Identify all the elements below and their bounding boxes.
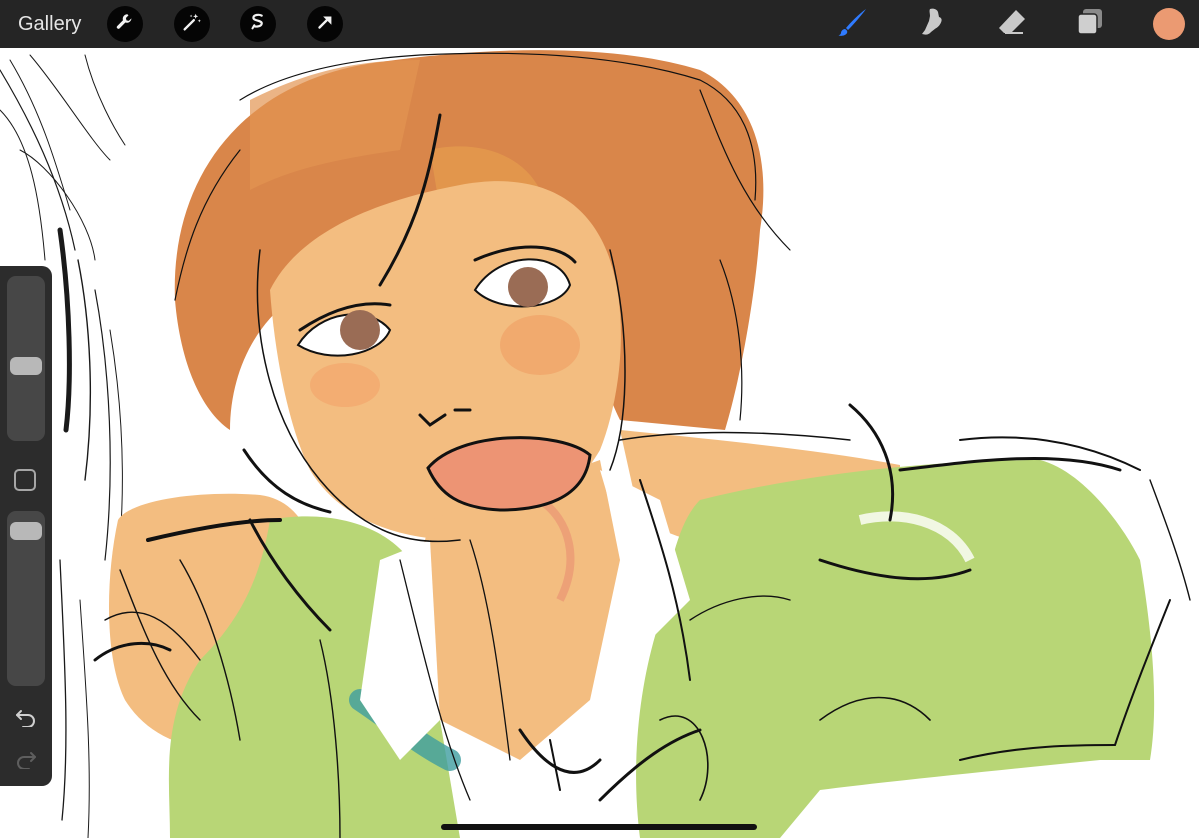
magic-wand-icon xyxy=(181,11,203,38)
drawing-canvas[interactable] xyxy=(0,48,1199,838)
undo-button[interactable] xyxy=(13,708,39,730)
transform-button[interactable] xyxy=(307,6,343,42)
eraser-tool[interactable] xyxy=(995,7,1029,41)
transform-arrow-icon xyxy=(314,11,336,38)
wrench-icon xyxy=(114,11,136,38)
layers-icon xyxy=(1074,6,1106,43)
redo-button[interactable] xyxy=(13,750,39,772)
layers-tool[interactable] xyxy=(1073,7,1107,41)
color-picker-swatch[interactable] xyxy=(1153,8,1185,40)
gallery-button[interactable]: Gallery xyxy=(18,11,81,37)
home-indicator[interactable] xyxy=(441,824,757,830)
selection-button[interactable] xyxy=(240,6,276,42)
artwork xyxy=(0,50,1191,838)
smudge-tool[interactable] xyxy=(915,7,949,41)
brush-icon xyxy=(837,6,869,43)
selection-icon xyxy=(247,11,269,38)
eraser-icon xyxy=(996,6,1028,43)
adjustments-button[interactable] xyxy=(174,6,210,42)
modify-button[interactable] xyxy=(14,469,36,491)
top-toolbar: Gallery xyxy=(0,0,1199,48)
left-sidebar xyxy=(0,266,52,786)
opacity-slider-thumb[interactable] xyxy=(10,521,42,540)
actions-button[interactable] xyxy=(107,6,143,42)
brush-tool[interactable] xyxy=(836,7,870,41)
redo-icon xyxy=(15,749,37,774)
undo-icon xyxy=(15,707,37,732)
brush-size-slider-thumb[interactable] xyxy=(10,356,42,375)
smudge-icon xyxy=(916,6,948,43)
